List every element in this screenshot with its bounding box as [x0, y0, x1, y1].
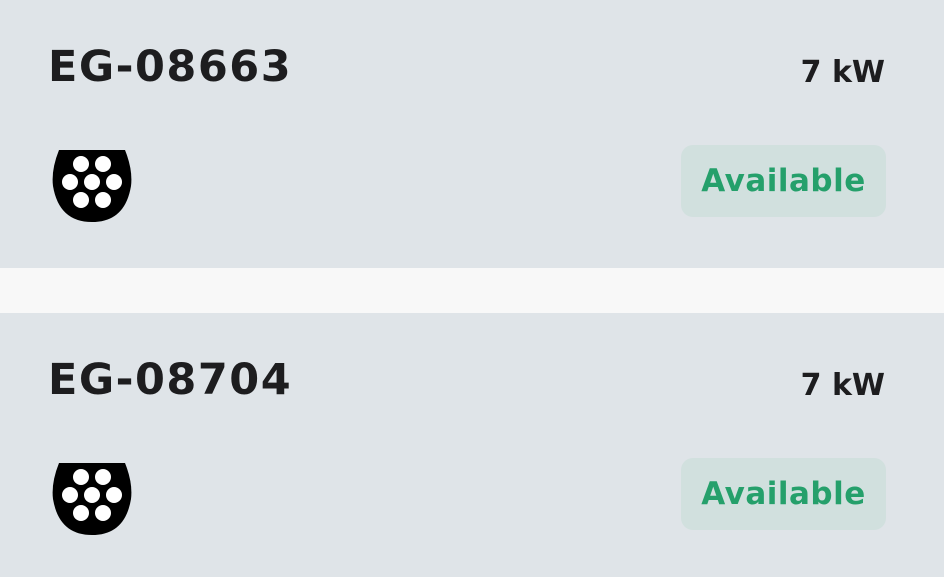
charger-list: EG-08663 7 kW Available EG-08704 7 kW Av…: [0, 0, 944, 577]
charger-card[interactable]: EG-08663 7 kW Available: [0, 0, 944, 268]
status-label: Available: [701, 476, 866, 512]
charger-power: 7 kW: [800, 55, 885, 90]
status-label: Available: [701, 163, 866, 199]
charger-card[interactable]: EG-08704 7 kW Available: [0, 313, 944, 577]
charger-power: 7 kW: [800, 368, 885, 403]
type2-connector-icon: [51, 463, 133, 535]
status-badge: Available: [681, 145, 886, 217]
charger-id: EG-08704: [48, 355, 293, 405]
status-badge: Available: [681, 458, 886, 530]
charger-id: EG-08663: [48, 42, 293, 92]
type2-connector-icon: [51, 150, 133, 222]
